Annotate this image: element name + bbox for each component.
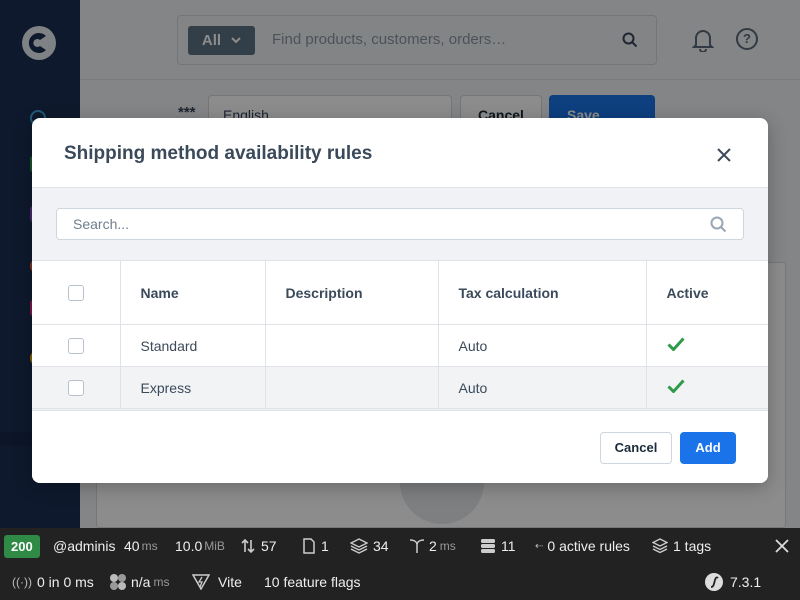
debug-version-label: 7.3.1	[730, 574, 762, 590]
debug-db-count: 11	[501, 538, 516, 554]
availability-rules-modal: Shipping method availability rules Name …	[32, 118, 768, 483]
rule-name: Express	[120, 366, 266, 409]
rule-description	[265, 324, 439, 367]
file-icon	[303, 538, 315, 554]
debug-version[interactable]: 7.3.1	[704, 564, 761, 600]
debug-cache-value: n/a	[131, 574, 151, 590]
rule-search-input[interactable]	[73, 216, 673, 232]
debug-toolbar: 200 @administ 40 ms 10.0 MiB 57 1 34 2 m…	[0, 528, 800, 600]
debug-cache[interactable]: n/a ms	[108, 564, 169, 600]
vite-icon	[192, 574, 210, 590]
modal-title: Shipping method availability rules	[64, 143, 373, 164]
modal-body: Name Description Tax calculation Active …	[32, 188, 768, 410]
rule-search[interactable]	[56, 208, 744, 240]
symfony-logo-icon	[705, 573, 723, 591]
debug-tags-label: 1 tags	[673, 538, 712, 554]
debug-vite[interactable]: Vite	[192, 564, 242, 600]
rule-active-cell	[646, 367, 768, 409]
database-icon	[481, 539, 495, 553]
stack-icon	[652, 538, 668, 554]
layers-icon	[350, 538, 368, 554]
debug-vite-label: Vite	[218, 574, 242, 590]
rule-name: Standard	[120, 324, 266, 367]
search-icon[interactable]	[710, 216, 727, 233]
debug-events[interactable]: ((·)) 0 in 0 ms	[12, 564, 94, 600]
debug-flow-value: 2	[429, 538, 437, 554]
debug-tags[interactable]: 1 tags	[652, 528, 711, 564]
debug-user[interactable]: @administ	[53, 528, 115, 564]
cache-icon	[110, 574, 126, 590]
rule-tax-calculation: Auto	[438, 324, 647, 367]
debug-time-unit: ms	[141, 539, 158, 553]
debug-memory-value: 10.0	[175, 538, 203, 554]
modal-footer: Cancel Add	[32, 410, 768, 483]
debug-status[interactable]: 200	[4, 528, 40, 564]
debug-rules[interactable]: ⇠ 0 active rules	[535, 528, 630, 564]
debug-flow[interactable]: 2 ms	[408, 528, 456, 564]
table-row[interactable]: Express Auto	[32, 366, 768, 409]
rules-icon: ⇠	[535, 540, 544, 552]
debug-time-value: 40	[124, 538, 140, 554]
debug-memory[interactable]: 10.0 MiB	[175, 528, 225, 564]
add-button[interactable]: Add	[680, 432, 736, 464]
debug-database[interactable]: 11	[480, 528, 516, 564]
row-checkbox[interactable]	[67, 380, 84, 397]
close-icon[interactable]	[774, 538, 790, 554]
debug-user-label: @administ	[53, 538, 115, 554]
column-header-name[interactable]: Name	[120, 260, 266, 325]
row-select-cell	[32, 366, 121, 409]
debug-requests-count: 57	[261, 538, 277, 554]
column-header-description[interactable]: Description	[265, 260, 439, 325]
close-icon[interactable]	[716, 147, 732, 163]
column-header-tax-calculation[interactable]: Tax calculation	[438, 260, 647, 325]
rule-active-cell	[646, 325, 768, 367]
rule-description	[265, 366, 439, 409]
status-badge: 200	[4, 534, 40, 558]
debug-events-label: 0 in 0 ms	[36, 574, 94, 590]
debug-flow-unit: ms	[439, 539, 456, 553]
debug-memory-unit: MiB	[204, 539, 225, 553]
debug-layers[interactable]: 34	[350, 528, 389, 564]
debug-requests[interactable]: 57	[240, 528, 277, 564]
table-header-row: Name Description Tax calculation Active	[32, 260, 768, 325]
row-select-cell	[32, 324, 121, 367]
debug-files[interactable]: 1	[302, 528, 329, 564]
modal-header: Shipping method availability rules	[32, 118, 768, 188]
debug-files-count: 1	[321, 538, 329, 554]
row-checkbox[interactable]	[67, 338, 84, 355]
debug-layers-count: 34	[373, 538, 389, 554]
branch-icon	[409, 539, 425, 553]
debug-cache-unit: ms	[153, 575, 170, 589]
checkmark-icon	[666, 379, 685, 394]
cancel-button[interactable]: Cancel	[600, 432, 672, 464]
debug-feature-flags[interactable]: 10 feature flags	[264, 564, 361, 600]
debug-rules-label: 0 active rules	[547, 538, 630, 554]
up-down-arrows-icon	[241, 538, 255, 554]
checkmark-icon	[666, 337, 685, 352]
rules-table: Name Description Tax calculation Active …	[32, 260, 768, 409]
debug-time[interactable]: 40 ms	[124, 528, 158, 564]
debug-toolbar-row-2: ((·)) 0 in 0 ms n/a ms Vite 10 feature f…	[0, 564, 800, 600]
debug-toolbar-row-1: 200 @administ 40 ms 10.0 MiB 57 1 34 2 m…	[0, 528, 800, 564]
column-header-active[interactable]: Active	[646, 261, 768, 325]
broadcast-icon: ((·))	[12, 575, 32, 589]
rule-tax-calculation: Auto	[438, 366, 647, 409]
table-row[interactable]: Standard Auto	[32, 324, 768, 367]
debug-flags-label: 10 feature flags	[264, 574, 361, 590]
select-all-cell	[32, 260, 121, 325]
select-all-checkbox[interactable]	[67, 285, 84, 302]
